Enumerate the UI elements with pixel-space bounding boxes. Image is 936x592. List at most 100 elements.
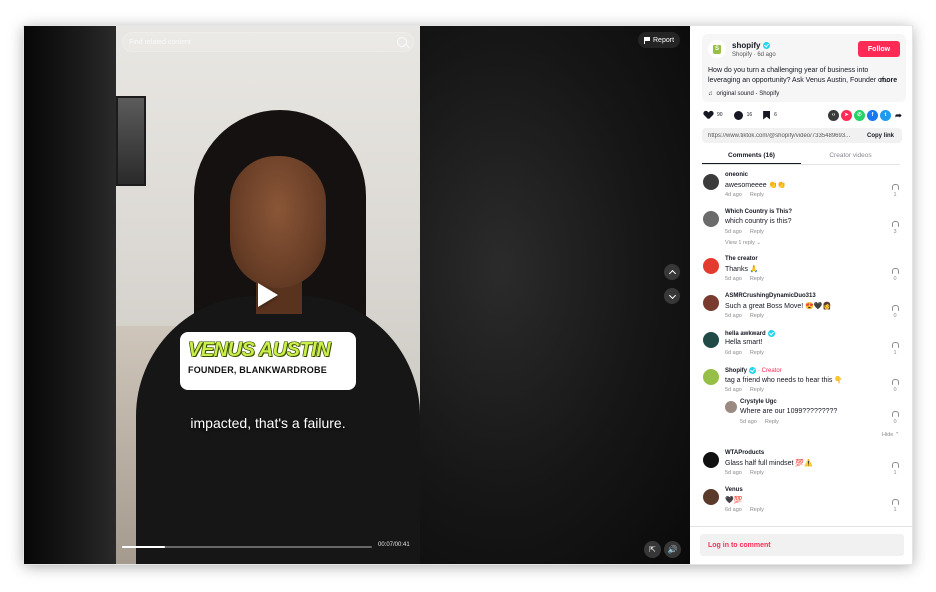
hide-replies-link[interactable]: Hide ⌃	[882, 432, 899, 438]
comment-like-button[interactable]: 1	[889, 499, 901, 513]
play-icon[interactable]	[258, 283, 278, 307]
avatar[interactable]	[703, 295, 719, 311]
comment-author[interactable]: Crystyle Ugc	[740, 399, 777, 405]
avatar[interactable]	[725, 401, 737, 413]
login-to-comment-button[interactable]: Log in to comment	[700, 534, 904, 556]
view-replies-link[interactable]: View 1 reply ⌄	[725, 240, 761, 246]
whatsapp-icon[interactable]: ✆	[854, 109, 865, 121]
video-progress-bar[interactable]	[122, 546, 372, 548]
comment-like-button[interactable]: 1	[889, 462, 901, 476]
avatar[interactable]	[703, 489, 719, 505]
comment-text: awesomeeee 👏👏	[725, 182, 787, 189]
search-icon[interactable]	[397, 37, 407, 47]
avatar[interactable]	[703, 452, 719, 468]
creator-tag: · Creator	[758, 367, 782, 374]
follow-button[interactable]: Follow	[858, 41, 900, 57]
verified-badge-icon	[749, 367, 756, 374]
comment-like-count: 1	[893, 192, 897, 198]
like-count: 90	[717, 112, 723, 118]
comment-author[interactable]: hella awkward	[725, 330, 775, 337]
copy-link-button[interactable]: Copy link	[859, 133, 902, 139]
reply-button[interactable]: Reply	[750, 507, 764, 513]
wall-art	[116, 96, 146, 186]
reply-button[interactable]: Reply	[750, 313, 764, 319]
previous-video-button[interactable]	[664, 264, 680, 280]
avatar[interactable]	[703, 369, 719, 385]
send-to-friends-icon[interactable]: ➤	[841, 109, 852, 121]
reply-button[interactable]: Reply	[750, 229, 764, 235]
share-arrow-icon[interactable]: ➦	[893, 110, 904, 121]
like-button[interactable]: 90	[704, 111, 723, 119]
comment-author[interactable]: oneonic	[725, 172, 748, 178]
comment-author-name: WTAProducts	[725, 450, 765, 456]
author-name[interactable]: shopify	[732, 41, 771, 50]
engagement-bar: 90 16 6 ‹› ➤ ✆ f t ➦	[704, 108, 904, 122]
video-stage: Find related content VENUS AUSTIN FOUNDE…	[24, 26, 690, 564]
post-description: How do you turn a challenging year of bu…	[708, 67, 890, 84]
tab-creator-videos[interactable]: Creator videos	[801, 150, 900, 164]
comment-author-name: The creator	[725, 256, 758, 262]
reply-button[interactable]: Reply	[750, 350, 764, 356]
comment-text: Glass half full mindset 💯⚠️	[725, 460, 813, 467]
save-button[interactable]: 6	[763, 110, 777, 120]
reply-button[interactable]: Reply	[765, 419, 779, 425]
comment-meta: 5d ago Reply	[740, 419, 779, 425]
avatar[interactable]	[703, 174, 719, 190]
comment-age: 5d ago	[725, 470, 742, 476]
comment-like-count: 1	[893, 350, 897, 356]
heart-outline-icon	[891, 462, 899, 468]
twitter-icon[interactable]: t	[880, 109, 891, 121]
reply-button[interactable]: Reply	[750, 192, 764, 198]
more-link[interactable]: more	[880, 77, 897, 84]
comment-author[interactable]: Venus	[725, 487, 743, 493]
comment-meta: 4d ago Reply	[725, 192, 764, 198]
floating-player-button[interactable]: ⇱	[644, 541, 661, 558]
avatar[interactable]	[703, 211, 719, 227]
embed-icon[interactable]: ‹›	[828, 109, 839, 121]
comment-text: Where are our 1099?????????	[740, 408, 838, 415]
avatar[interactable]	[703, 258, 719, 274]
comment-button[interactable]: 16	[733, 110, 752, 120]
chevron-up-icon	[668, 269, 676, 277]
related-search-bar[interactable]: Find related content	[122, 32, 414, 52]
comment-like-button[interactable]: 0	[889, 379, 901, 393]
comment-meta: 5d ago Reply	[725, 470, 764, 476]
author-avatar[interactable]	[708, 40, 726, 58]
bookmark-icon	[763, 110, 771, 120]
comment-author-name: Venus	[725, 487, 743, 493]
video-player[interactable]: Find related content VENUS AUSTIN FOUNDE…	[116, 26, 420, 564]
related-search-placeholder: Find related content	[129, 38, 191, 46]
next-video-button[interactable]	[664, 288, 680, 304]
comment-like-button[interactable]: 0	[889, 411, 901, 425]
presenter-face	[230, 156, 326, 288]
comment-text: tag a friend who needs to hear this 👇	[725, 377, 844, 384]
shopify-logo-icon	[713, 44, 721, 54]
share-buttons: ‹› ➤ ✆ f t ➦	[828, 109, 904, 121]
report-button[interactable]: Report	[638, 32, 681, 48]
comment-author[interactable]: Shopify · Creator	[725, 367, 782, 374]
reply-button[interactable]: Reply	[750, 276, 764, 282]
tab-comments[interactable]: Comments (16)	[702, 150, 801, 164]
comment-author[interactable]: The creator	[725, 256, 758, 262]
reply-button[interactable]: Reply	[750, 387, 764, 393]
reply-button[interactable]: Reply	[750, 470, 764, 476]
comment-author[interactable]: WTAProducts	[725, 450, 764, 456]
comment-like-button[interactable]: 1	[889, 342, 901, 356]
avatar[interactable]	[703, 332, 719, 348]
comment-bubble-icon	[733, 110, 743, 120]
overlay-name: VENUS AUSTIN	[188, 339, 331, 361]
comment-like-button[interactable]: 0	[889, 305, 901, 319]
comment-like-button[interactable]: 0	[889, 268, 901, 282]
comment-like-button[interactable]: 3	[889, 221, 901, 235]
comment-like-button[interactable]: 1	[889, 184, 901, 198]
comment-author[interactable]: ASMRCrushingDynamicDuo313	[725, 293, 816, 299]
comment-author[interactable]: Which Country is This?	[725, 209, 792, 215]
comment-like-count: 1	[893, 470, 897, 476]
comment-meta: 5d ago Reply	[725, 229, 764, 235]
facebook-icon[interactable]: f	[867, 109, 878, 121]
sound-link[interactable]: ♫ original sound - Shopify	[708, 91, 779, 97]
volume-button[interactable]: 🔊	[664, 541, 681, 558]
comment-text: Such a great Boss Move! 😍🖤👩	[725, 303, 832, 310]
post-description-box: shopify Shopify · 6d ago Follow How do y…	[702, 34, 906, 102]
comment-like-count: 0	[893, 276, 897, 282]
